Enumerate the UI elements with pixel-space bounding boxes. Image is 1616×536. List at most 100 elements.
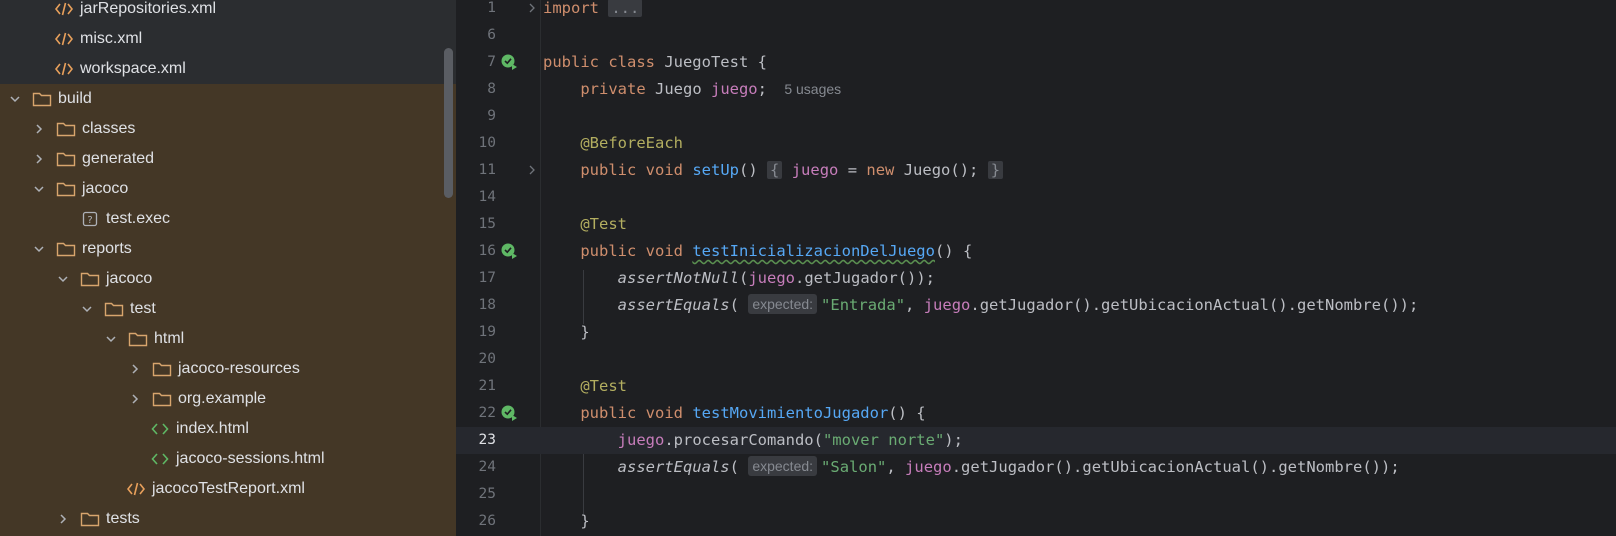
tree-item-jacoco-test-report[interactable]: jacocoTestReport.xml: [0, 474, 456, 504]
chevron-down-icon[interactable]: [32, 182, 46, 196]
tree-item-tests[interactable]: tests: [0, 504, 456, 534]
code-line[interactable]: 8 private Juego juego; 5 usages: [456, 76, 1616, 103]
line-number: 21: [478, 378, 496, 394]
fold-expand-icon[interactable]: [526, 164, 538, 176]
code-line[interactable]: 22 public void testMovimientoJugador() {: [456, 400, 1616, 427]
code-line[interactable]: 14: [456, 184, 1616, 211]
line-number: 10: [478, 135, 496, 151]
code-line[interactable]: 11 public void setUp() { juego = new Jue…: [456, 157, 1616, 184]
tree-item-generated[interactable]: generated: [0, 144, 456, 174]
tree-item-label: jarRepositories.xml: [80, 0, 217, 17]
code-line[interactable]: 7 public class JuegoTest {: [456, 49, 1616, 76]
code-text: juego.procesarComando("mover norte");: [617, 431, 963, 449]
code-line[interactable]: 25: [456, 481, 1616, 508]
line-number: 8: [487, 81, 496, 97]
run-test-icon[interactable]: [500, 242, 518, 260]
chevron-right-icon[interactable]: [56, 512, 70, 526]
tree-item-label: test: [130, 300, 156, 317]
code-line[interactable]: 21 @Test: [456, 373, 1616, 400]
tree-item-html[interactable]: html: [0, 324, 456, 354]
code-line[interactable]: 20: [456, 346, 1616, 373]
code-text: assertNotNull(juego.getJugador());: [617, 269, 935, 287]
code-text: public void setUp() { juego = new Juego(…: [543, 157, 1004, 184]
tree-scrollbar[interactable]: [444, 48, 453, 198]
code-line[interactable]: 10 @BeforeEach: [456, 130, 1616, 157]
line-number: 6: [487, 27, 496, 43]
line-number: 16: [478, 243, 496, 259]
code-line[interactable]: 9: [456, 103, 1616, 130]
tree-item-label: misc.xml: [80, 30, 143, 47]
code-line-current[interactable]: 23 juego.procesarComando("mover norte");: [456, 427, 1616, 454]
code-line[interactable]: 17 assertNotNull(juego.getJugador());: [456, 265, 1616, 292]
code-text: @BeforeEach: [580, 134, 683, 152]
tree-item-label: workspace.xml: [80, 60, 186, 77]
code-editor[interactable]: 1 import ... 6 7 public class JuegoTest …: [456, 0, 1616, 536]
folded-imports[interactable]: ...: [608, 0, 643, 17]
chevron-down-icon[interactable]: [104, 332, 118, 346]
tree-item-workspace[interactable]: workspace.xml: [0, 54, 456, 84]
code-line[interactable]: 24 assertEquals( expected: "Salon", juego…: [456, 454, 1616, 481]
chevron-down-icon[interactable]: [56, 272, 70, 286]
tree-item-label: jacoco: [106, 270, 153, 287]
line-number: 11: [478, 162, 496, 178]
tree-item-jacoco-reports[interactable]: jacoco: [0, 264, 456, 294]
chevron-right-icon[interactable]: [32, 122, 46, 136]
tree-item-jacoco-build[interactable]: jacoco: [0, 174, 456, 204]
html-file-icon: [150, 421, 170, 437]
chevron-right-icon[interactable]: [128, 392, 142, 406]
folded-block-open[interactable]: {: [767, 161, 783, 179]
tree-item-test-exec[interactable]: ? test.exec: [0, 204, 456, 234]
chevron-right-icon[interactable]: [32, 152, 46, 166]
fold-expand-icon[interactable]: [526, 2, 538, 14]
code-text: }: [580, 323, 590, 341]
tree-item-misc[interactable]: misc.xml: [0, 24, 456, 54]
tree-item-label: tests: [106, 510, 140, 527]
xml-file-icon: [54, 61, 74, 77]
folder-icon: [56, 241, 76, 257]
tree-item-build[interactable]: build: [0, 84, 448, 114]
chevron-down-icon[interactable]: [32, 242, 46, 256]
run-test-icon[interactable]: [500, 53, 518, 71]
tree-item-index-html[interactable]: index.html: [0, 414, 456, 444]
folder-icon: [80, 511, 100, 527]
code-line[interactable]: 15 @Test: [456, 211, 1616, 238]
chevron-down-icon[interactable]: [8, 92, 22, 106]
folder-icon: [80, 271, 100, 287]
code-text: public class JuegoTest {: [543, 53, 767, 71]
code-text: public void testInicializacionDelJuego()…: [580, 242, 973, 260]
line-number: 15: [478, 216, 496, 232]
line-number: 17: [478, 270, 496, 286]
code-line[interactable]: 1 import ...: [456, 0, 1616, 22]
line-number: 20: [478, 351, 496, 367]
tree-item-jarrepositories[interactable]: jarRepositories.xml: [0, 0, 456, 24]
tree-item-label: generated: [82, 150, 155, 167]
tree-item-label: jacocoTestReport.xml: [152, 480, 305, 497]
tree-item-jacoco-sessions[interactable]: jacoco-sessions.html: [0, 444, 456, 474]
tree-item-jacoco-resources[interactable]: jacoco-resources: [0, 354, 456, 384]
code-text: @Test: [580, 377, 627, 395]
code-line[interactable]: 18 assertEquals( expected: "Entrada", jue…: [456, 292, 1616, 319]
folded-block-close[interactable]: }: [987, 161, 1004, 179]
folder-icon: [104, 301, 124, 317]
project-tree: jarRepositories.xml misc.xml workspace.x…: [0, 0, 456, 536]
code-text: assertEquals( expected: "Salon", juego.ge…: [617, 456, 1400, 476]
chevron-down-icon[interactable]: [80, 302, 94, 316]
code-line[interactable]: 19 }: [456, 319, 1616, 346]
tree-item-reports[interactable]: reports: [0, 234, 456, 264]
tree-item-label: html: [154, 330, 185, 347]
xml-file-icon: [54, 31, 74, 47]
tree-item-org-example[interactable]: org.example: [0, 384, 456, 414]
code-line[interactable]: 6: [456, 22, 1616, 49]
code-line[interactable]: 16 public void testInicializacionDelJueg…: [456, 238, 1616, 265]
tree-item-label: jacoco-resources: [178, 360, 300, 377]
code-text: private Juego juego; 5 usages: [580, 80, 842, 98]
folder-icon: [32, 91, 52, 107]
tree-item-label: jacoco-sessions.html: [176, 450, 325, 467]
usages-hint[interactable]: 5 usages: [784, 81, 841, 97]
tree-item-classes[interactable]: classes: [0, 114, 456, 144]
code-line[interactable]: 26 }: [456, 508, 1616, 535]
run-test-icon[interactable]: [500, 404, 518, 422]
code-text: public void testMovimientoJugador() {: [580, 404, 926, 422]
tree-item-test[interactable]: test: [0, 294, 456, 324]
chevron-right-icon[interactable]: [128, 362, 142, 376]
